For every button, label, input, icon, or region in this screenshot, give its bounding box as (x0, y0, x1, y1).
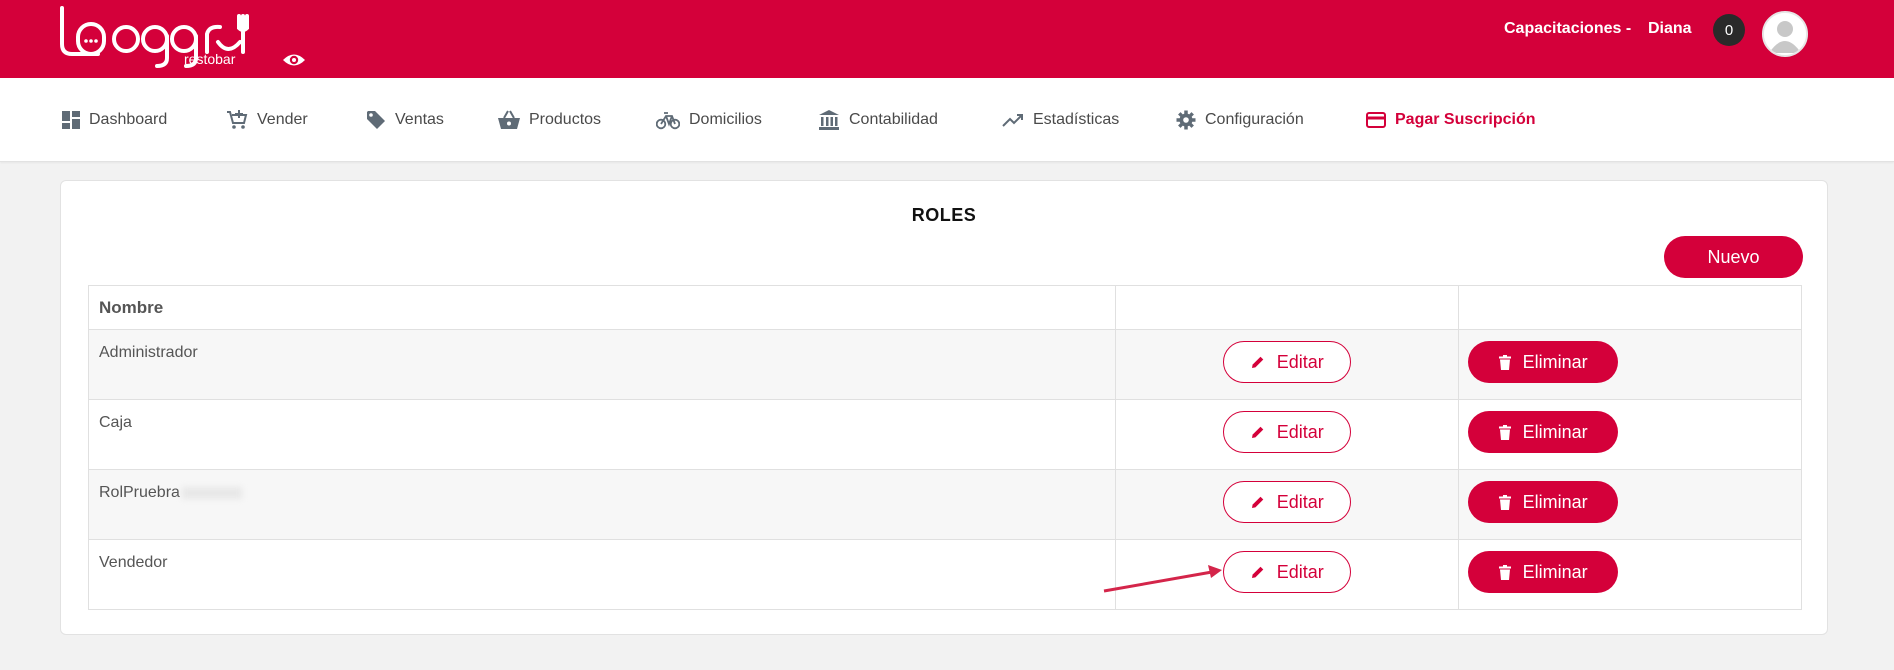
delete-label: Eliminar (1522, 491, 1588, 512)
credit-card-icon (1366, 112, 1386, 128)
table-row: Administrador Editar Eliminar (87, 329, 1802, 400)
trash-icon (1498, 354, 1511, 370)
basket-icon (498, 110, 520, 129)
edit-button[interactable]: Editar (1223, 481, 1352, 523)
top-bar: restobar Capacitaciones - Diana 0 (0, 0, 1894, 78)
table-header-row: Nombre (87, 285, 1802, 330)
bicycle-icon (656, 112, 680, 130)
delete-button[interactable]: Eliminar (1468, 341, 1619, 383)
nav-label: Domicilios (689, 111, 762, 128)
role-name: RolPruebra (99, 484, 180, 501)
nav-productos[interactable]: Productos (498, 104, 601, 136)
pencil-icon (1251, 566, 1263, 578)
edit-label: Editar (1276, 491, 1324, 512)
edit-button[interactable]: Editar (1223, 341, 1352, 383)
trash-icon (1498, 494, 1511, 510)
edit-label: Editar (1276, 561, 1324, 582)
delete-button[interactable]: Eliminar (1468, 551, 1619, 593)
edit-button[interactable]: Editar (1223, 551, 1352, 593)
column-header-delete (1458, 285, 1802, 330)
eye-icon[interactable] (282, 50, 306, 70)
main-nav: Dashboard Vender Ventas Productos Domici… (0, 78, 1894, 162)
trending-up-icon (1002, 114, 1023, 127)
nav-label: Productos (529, 111, 602, 128)
cart-icon (227, 110, 248, 129)
delete-label: Eliminar (1522, 351, 1588, 372)
pencil-icon (1251, 426, 1263, 438)
delete-label: Eliminar (1522, 421, 1588, 442)
nav-label: Dashboard (89, 111, 168, 128)
nav-contabilidad[interactable]: Contabilidad (818, 104, 938, 136)
pencil-icon (1251, 356, 1263, 368)
notification-badge[interactable]: 0 (1713, 14, 1745, 46)
tag-icon (367, 111, 385, 129)
annotation-arrow (1103, 565, 1222, 593)
delete-label: Eliminar (1522, 561, 1588, 582)
nav-estadisticas[interactable]: Estadísticas (1002, 104, 1119, 136)
training-label[interactable]: Capacitaciones - (1504, 20, 1631, 38)
nav-domicilios[interactable]: Domicilios (656, 104, 762, 136)
nav-label: Configuración (1205, 111, 1304, 128)
redacted-text (181, 486, 242, 499)
nav-ventas[interactable]: Ventas (366, 104, 444, 136)
nav-vender[interactable]: Vender (226, 104, 308, 136)
roles-table: Nombre Administrador Editar Eliminar Caj… (87, 285, 1802, 610)
trash-icon (1498, 564, 1511, 580)
user-name[interactable]: Diana (1648, 20, 1692, 38)
edit-label: Editar (1276, 421, 1324, 442)
roles-card: ROLES Nuevo Nombre Administrador Editar … (60, 180, 1828, 635)
role-name: Caja (87, 399, 1117, 470)
nav-label: Vender (257, 111, 308, 128)
table-row: RolPruebra Editar Eliminar (87, 469, 1802, 540)
nav-pagar-suscripcion[interactable]: Pagar Suscripción (1366, 104, 1536, 136)
page-title: ROLES (911, 205, 977, 225)
delete-button[interactable]: Eliminar (1468, 411, 1619, 453)
dashboard-icon (62, 111, 80, 129)
nav-label: Contabilidad (849, 111, 938, 128)
nav-label: Ventas (395, 111, 444, 128)
new-role-button[interactable]: Nuevo (1664, 236, 1803, 278)
column-header-name: Nombre (87, 285, 1117, 330)
logo-subtext: restobar (184, 51, 236, 67)
role-name: Vendedor (87, 539, 1117, 610)
column-header-edit (1115, 285, 1460, 330)
nav-configuracion[interactable]: Configuración (1176, 104, 1304, 136)
table-row: Vendedor Editar Eliminar (87, 539, 1802, 610)
role-name: Administrador (87, 329, 1117, 400)
gear-icon (1176, 110, 1196, 130)
nav-label: Estadísticas (1033, 111, 1120, 128)
trash-icon (1498, 424, 1511, 440)
bank-icon (819, 110, 839, 130)
delete-button[interactable]: Eliminar (1468, 481, 1619, 523)
avatar[interactable] (1762, 11, 1808, 57)
edit-button[interactable]: Editar (1223, 411, 1352, 453)
nav-dashboard[interactable]: Dashboard (62, 104, 167, 136)
table-row: Caja Editar Eliminar (87, 399, 1802, 470)
loggro-logo[interactable]: restobar (58, 6, 253, 70)
nav-label: Pagar Suscripción (1395, 111, 1536, 128)
pencil-icon (1251, 496, 1263, 508)
edit-label: Editar (1276, 351, 1324, 372)
